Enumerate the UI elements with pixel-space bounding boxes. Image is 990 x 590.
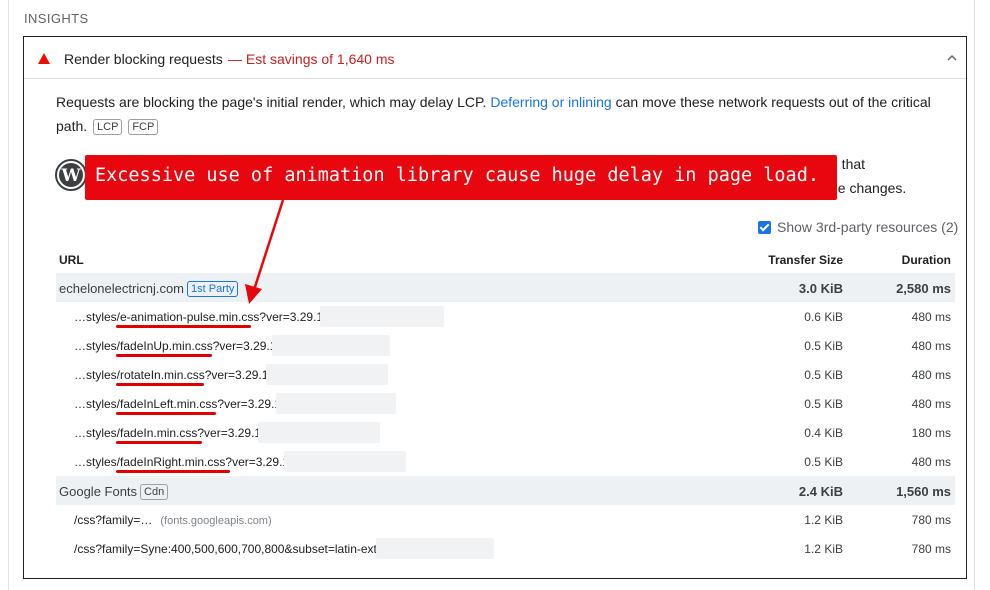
table-row[interactable]: /css?family=Syne:400,500,600,700,800&sub… xyxy=(56,534,955,563)
table-row[interactable]: …styles/rotateIn.min.css?ver=3.29.1 0.5 … xyxy=(56,360,955,389)
audit-description: Requests are blocking the page's initial… xyxy=(56,90,946,138)
redacted-block xyxy=(320,306,444,327)
resource-url[interactable]: /css?family=Syne:400,500,600,700,800&sub… xyxy=(74,542,377,556)
annotation-underline xyxy=(116,354,212,357)
annotation-underline xyxy=(116,325,251,328)
table-row[interactable]: …styles/e-animation-pulse.min.css?ver=3.… xyxy=(56,302,955,331)
annotation-underline xyxy=(116,470,230,473)
resource-duration: 480 ms xyxy=(911,455,951,469)
resource-size: 0.5 KiB xyxy=(804,397,843,411)
resource-url[interactable]: …styles/rotateIn.min.css?ver=3.29.1 xyxy=(74,368,268,382)
third-party-label: Show 3rd-party resources (2) xyxy=(777,219,959,235)
table-header: URL Transfer Size Duration xyxy=(56,245,955,273)
column-transfer-size[interactable]: Transfer Size xyxy=(768,253,843,267)
audit-savings: — Est savings of 1,640 ms xyxy=(228,51,395,67)
first-party-badge: 1st Party xyxy=(187,281,239,297)
redacted-block xyxy=(284,451,406,472)
redacted-block xyxy=(276,393,396,414)
resource-duration: 480 ms xyxy=(911,397,951,411)
group-duration: 1,560 ms xyxy=(896,484,951,499)
table-group-row: Google Fonts Cdn 2.4 KiB 1,560 ms xyxy=(56,476,955,505)
resource-origin: (fonts.googleapis.com) xyxy=(160,515,272,527)
warning-triangle-icon xyxy=(38,53,50,64)
resource-url[interactable]: …styles/fadeInRight.min.css?ver=3.29.1 xyxy=(74,455,289,469)
resource-size: 0.5 KiB xyxy=(804,455,843,469)
cdn-badge: Cdn xyxy=(140,484,169,500)
chevron-up-icon[interactable] xyxy=(944,50,960,66)
resource-url[interactable]: /css?family=… xyxy=(74,513,152,527)
table-row[interactable]: …styles/fadeInRight.min.css?ver=3.29.1 0… xyxy=(56,447,955,476)
annotation-underline xyxy=(116,383,204,386)
group-name: Google Fonts Cdn xyxy=(59,484,169,500)
column-duration[interactable]: Duration xyxy=(902,253,951,267)
resource-duration: 480 ms xyxy=(911,310,951,324)
resource-url-cell[interactable]: /css?family=… (fonts.googleapis.com) xyxy=(74,513,272,527)
redacted-block xyxy=(376,538,494,559)
group-domain: echelonelectricnj.com xyxy=(59,281,185,296)
table-row[interactable]: …styles/fadeIn.min.css?ver=3.29.1 0.4 Ki… xyxy=(56,418,955,447)
resource-size: 0.5 KiB xyxy=(804,339,843,353)
resource-duration: 780 ms xyxy=(911,542,951,556)
table-row[interactable]: /css?family=… (fonts.googleapis.com) 1.2 … xyxy=(56,505,955,534)
metric-chip-lcp: LCP xyxy=(93,119,123,135)
checkbox-checked-icon[interactable] xyxy=(758,221,771,234)
audit-header[interactable]: Render blocking requests — Est savings o… xyxy=(24,37,966,79)
resource-size: 0.5 KiB xyxy=(804,368,843,382)
resource-duration: 480 ms xyxy=(911,368,951,382)
redacted-block xyxy=(266,364,388,385)
description-text-before: Requests are blocking the page's initial… xyxy=(56,94,491,110)
svg-text:W: W xyxy=(60,166,81,186)
wordpress-logo-icon: W xyxy=(55,159,87,191)
group-duration: 2,580 ms xyxy=(896,281,951,296)
page-border-right xyxy=(974,0,975,590)
wordpress-tip-line-2: de changes. xyxy=(830,180,907,196)
group-name: echelonelectricnj.com 1st Party xyxy=(59,281,239,297)
redacted-block xyxy=(258,422,380,443)
annotation-underline xyxy=(116,412,216,415)
page-border-left xyxy=(8,0,9,590)
resource-size: 0.4 KiB xyxy=(804,426,843,440)
resource-size: 1.2 KiB xyxy=(804,513,843,527)
group-domain: Google Fonts xyxy=(59,484,138,499)
section-title: INSIGHTS xyxy=(24,11,89,26)
metric-chip-fcp: FCP xyxy=(128,119,159,135)
column-url[interactable]: URL xyxy=(59,253,84,267)
resource-url[interactable]: …styles/fadeInLeft.min.css?ver=3.29.1 xyxy=(74,397,281,411)
resource-duration: 480 ms xyxy=(911,339,951,353)
annotation-banner: Excessive use of animation library cause… xyxy=(85,155,837,200)
resource-url[interactable]: …styles/fadeInUp.min.css?ver=3.29.1 xyxy=(74,339,276,353)
resource-url[interactable]: …styles/fadeIn.min.css?ver=3.29.1 xyxy=(74,426,261,440)
audit-title: Render blocking requests xyxy=(64,51,223,67)
group-size: 3.0 KiB xyxy=(798,281,843,296)
annotation-underline xyxy=(116,441,202,444)
resource-size: 0.6 KiB xyxy=(804,310,843,324)
table-row[interactable]: …styles/fadeInUp.min.css?ver=3.29.1 0.5 … xyxy=(56,331,955,360)
redacted-block xyxy=(272,335,390,356)
group-size: 2.4 KiB xyxy=(798,484,843,499)
resource-duration: 180 ms xyxy=(911,426,951,440)
resource-table: URL Transfer Size Duration echelonelectr… xyxy=(56,245,955,563)
resource-size: 1.2 KiB xyxy=(804,542,843,556)
resource-url[interactable]: …styles/e-animation-pulse.min.css?ver=3.… xyxy=(74,310,323,324)
deferring-inlining-link[interactable]: Deferring or inlining xyxy=(490,94,611,110)
resource-duration: 780 ms xyxy=(911,513,951,527)
table-group-row: echelonelectricnj.com 1st Party 3.0 KiB 2… xyxy=(56,273,955,302)
annotation-text: Excessive use of animation library cause… xyxy=(95,165,819,186)
table-row[interactable]: …styles/fadeInLeft.min.css?ver=3.29.1 0.… xyxy=(56,389,955,418)
